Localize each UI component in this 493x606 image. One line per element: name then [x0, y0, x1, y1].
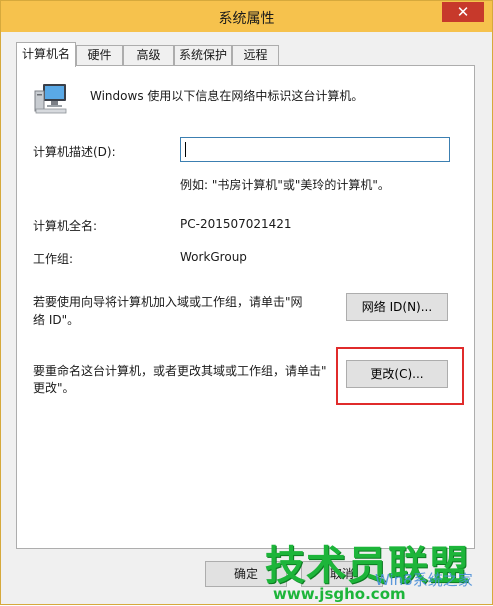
- title-bar[interactable]: 系统属性 ✕: [1, 1, 492, 32]
- tab-remote[interactable]: 远程: [232, 45, 279, 65]
- network-id-button[interactable]: 网络 ID(N)...: [346, 293, 448, 321]
- fullname-value: PC-201507021421: [180, 217, 292, 231]
- fullname-label: 计算机全名:: [33, 219, 98, 233]
- workgroup-value: WorkGroup: [180, 250, 247, 264]
- change-button-highlight: [336, 347, 464, 405]
- tab-computer-name[interactable]: 计算机名: [16, 42, 76, 67]
- computer-name-panel: Windows 使用以下信息在网络中标识这台计算机。 计算机描述(D): 例如:…: [16, 65, 475, 549]
- network-id-text-line2: 络 ID"。: [33, 313, 80, 327]
- description-input[interactable]: [180, 137, 450, 162]
- rename-text-line2: 更改"。: [33, 381, 75, 395]
- tab-hardware[interactable]: 硬件: [76, 45, 123, 65]
- system-properties-window: 系统属性 ✕ 计算机名 硬件 高级 系统保护 远程 Windows 使用以下信息…: [0, 0, 493, 605]
- intro-text: Windows 使用以下信息在网络中标识这台计算机。: [90, 89, 364, 103]
- description-example: 例如: "书房计算机"或"美玲的计算机"。: [180, 178, 390, 192]
- close-button[interactable]: ✕: [442, 2, 484, 22]
- watermark-logo: 技术员联盟 Win8系统之家 www.jsgho.com: [265, 533, 493, 606]
- workgroup-label: 工作组:: [33, 252, 74, 266]
- text-caret: [185, 142, 186, 157]
- watermark-url: www.jsgho.com: [273, 585, 406, 603]
- window-title: 系统属性: [218, 11, 275, 27]
- rename-text-line1: 要重命名这台计算机，或者更改其域或工作组，请单击": [33, 364, 327, 378]
- tab-system-protection[interactable]: 系统保护: [174, 45, 232, 65]
- network-id-text-line1: 若要使用向导将计算机加入域或工作组，请单击"网: [33, 295, 303, 309]
- tab-advanced[interactable]: 高级: [123, 45, 174, 65]
- description-label: 计算机描述(D):: [33, 145, 116, 159]
- computer-icon: [34, 84, 67, 114]
